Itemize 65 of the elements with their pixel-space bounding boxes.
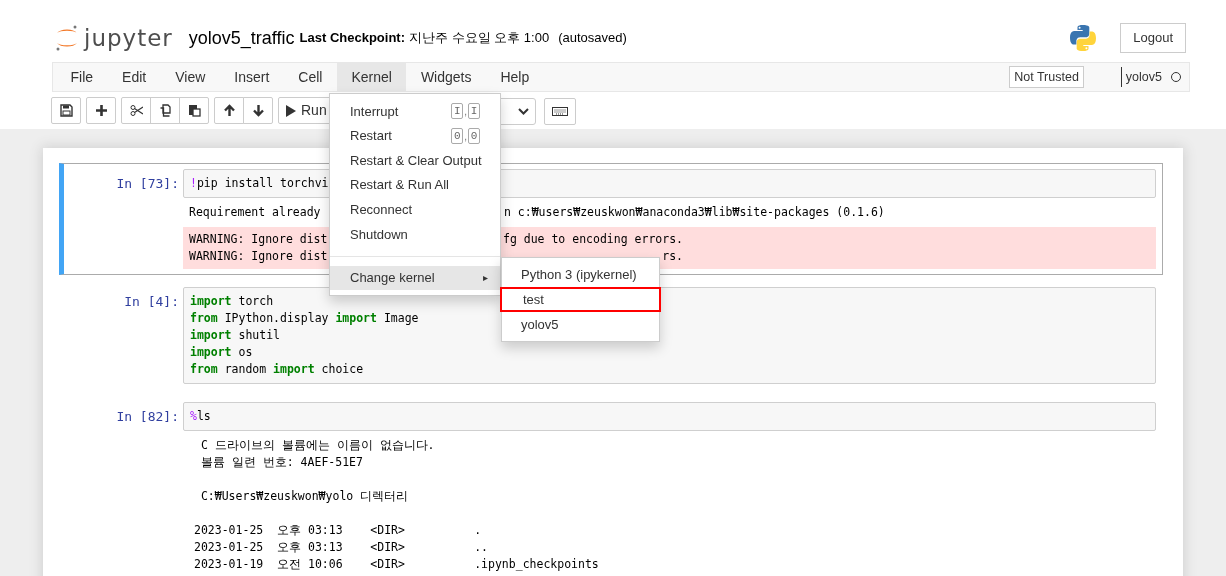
python-logo-icon xyxy=(1069,24,1098,52)
arrow-up-icon xyxy=(222,104,236,117)
output-text: n c:₩users₩zeuskwon₩anaconda3₩lib₩site-packages (0.1.6) xyxy=(504,204,885,221)
toolbar-button[interactable] xyxy=(179,97,209,124)
keyboard-icon xyxy=(552,107,568,116)
shortcut-key: 0 xyxy=(451,127,464,144)
menu-item[interactable]: Widgets xyxy=(406,63,486,91)
menu-item[interactable]: Cell xyxy=(283,63,337,91)
shortcut-separator: , xyxy=(464,129,467,144)
menu-item[interactable]: Edit xyxy=(107,63,161,91)
shortcut-separator: , xyxy=(464,105,467,120)
kernel-option[interactable]: yolov5 xyxy=(502,312,659,337)
output-text: WARNING: Ignore dist xyxy=(189,249,328,263)
plus-icon xyxy=(94,104,108,117)
scissors-icon xyxy=(129,104,143,117)
menu-item[interactable]: Restart 0 , 0 xyxy=(330,123,500,149)
output-text: 2023-01-25 오후 03:13 <DIR> .. xyxy=(194,540,489,554)
menu-item[interactable]: Help xyxy=(485,63,544,91)
kernel-option[interactable]: test xyxy=(500,287,661,312)
chevron-down-icon xyxy=(518,108,529,115)
cell-prompt: In [82]: xyxy=(115,408,180,426)
toolbar-button[interactable] xyxy=(121,97,151,124)
menu-item[interactable]: Shutdown xyxy=(330,221,500,247)
menu-item[interactable]: Reconnect xyxy=(330,197,500,222)
toolbar-button[interactable] xyxy=(243,97,273,124)
toolbar-button[interactable] xyxy=(86,97,116,124)
output-text: C:₩Users₩zeuskwon₩yolo 디렉터리 xyxy=(199,489,409,503)
jupyter-logo-text: jupyter xyxy=(84,26,173,50)
output-text: rs. xyxy=(662,248,683,265)
output-text: 2023-01-25 오후 03:13 <DIR> . xyxy=(194,523,482,537)
menu-item[interactable]: Change kernel ▸ xyxy=(330,265,500,291)
notebook-name[interactable]: yolov5_traffic xyxy=(188,24,295,52)
keyboard-button[interactable] xyxy=(544,98,576,125)
shortcut-key: 0 xyxy=(468,127,480,144)
jupyter-logo-icon xyxy=(55,24,79,52)
checkpoint-label: Last Checkpoint: xyxy=(299,29,405,48)
toolbar-button[interactable] xyxy=(150,97,180,124)
save-icon xyxy=(59,104,73,117)
menu-item[interactable]: Kernel xyxy=(336,63,407,91)
output-text: Requirement already xyxy=(189,205,321,219)
autosave-status: (autosaved) xyxy=(558,29,627,48)
cell-prompt: In [4]: xyxy=(123,293,180,311)
toolbar-button[interactable] xyxy=(214,97,244,124)
kernel-name: yolov5 xyxy=(1125,68,1162,86)
output-text: WARNING: Ignore dist xyxy=(189,232,328,246)
menu-item[interactable]: View xyxy=(160,63,220,91)
save-button[interactable] xyxy=(51,97,81,124)
shortcut-key: I xyxy=(451,103,464,120)
logout-button[interactable]: Logout xyxy=(1120,23,1186,53)
menu-item[interactable]: Restart & Run All xyxy=(330,172,500,198)
checkpoint-time: 지난주 수요일 오후 1:00 xyxy=(409,29,550,48)
paste-icon xyxy=(187,104,201,117)
play-icon xyxy=(286,104,296,117)
output-text: fg due to encoding errors. xyxy=(503,231,683,248)
arrow-down-icon xyxy=(251,104,265,117)
cell-prompt: In [73]: xyxy=(115,175,180,193)
output-text: 2023-01-19 오전 10:06 <DIR> .ipynb_checkpoints xyxy=(194,557,599,571)
menu-item[interactable]: Insert xyxy=(219,63,284,91)
copy-icon xyxy=(158,104,172,117)
output-text: 볼륨 일련 번호: 4AEF-51E7 xyxy=(199,455,363,469)
shortcut-key: I xyxy=(468,103,480,120)
not-trusted-indicator[interactable]: Not Trusted xyxy=(1009,65,1084,89)
code-input[interactable]: %ls xyxy=(183,402,1156,431)
menu-item[interactable]: File xyxy=(56,63,108,91)
output-text: C 드라이브의 볼륨에는 이름이 없습니다. xyxy=(199,438,435,452)
